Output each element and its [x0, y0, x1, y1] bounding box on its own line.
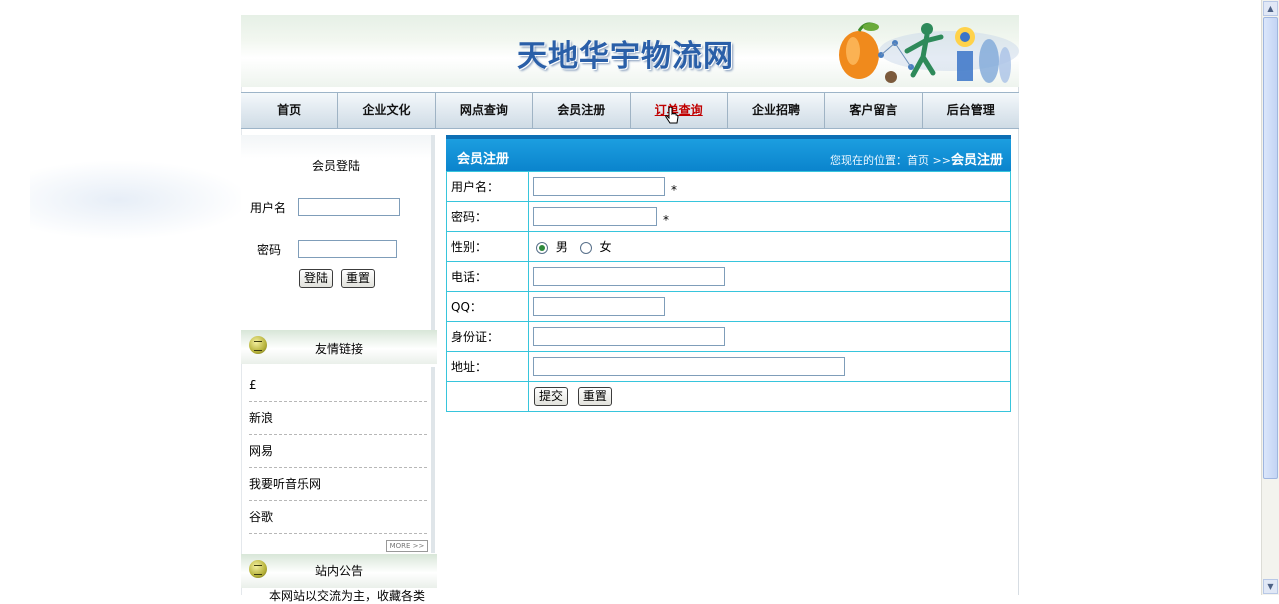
form-row-idcard: 身份证：: [446, 321, 1011, 352]
address-field-label: 地址：: [446, 351, 529, 382]
form-row-actions: 提交 重置: [446, 381, 1011, 412]
friend-link[interactable]: 我要听音乐网: [249, 468, 427, 501]
login-username-input[interactable]: [298, 198, 400, 216]
gender-male-label: 男: [555, 240, 568, 254]
required-mark: *: [671, 182, 677, 197]
breadcrumb-prefix[interactable]: 您现在的位置：首页 >>: [830, 154, 951, 167]
password-label: 密码: [257, 243, 282, 257]
nav-item-order-query[interactable]: 订单查询: [631, 93, 728, 128]
banner-illustration: [839, 22, 1019, 83]
nav-item-messages[interactable]: 客户留言: [825, 93, 923, 128]
phone-input[interactable]: [533, 267, 725, 286]
form-row-phone: 电话：: [446, 261, 1011, 292]
login-button[interactable]: 登陆: [299, 269, 334, 288]
nav-item-branch-query[interactable]: 网点查询: [436, 93, 534, 128]
form-row-qq: QQ：: [446, 291, 1011, 322]
friend-link[interactable]: £: [249, 369, 427, 402]
form-row-gender: 性别： 男 女: [446, 231, 1011, 262]
gender-female-label: 女: [599, 240, 612, 254]
notice-title: 站内公告: [314, 564, 363, 578]
idcard-field-label: 身份证：: [446, 321, 529, 352]
login-password-input[interactable]: [298, 240, 397, 258]
site-title: 天地华宇物流网: [517, 39, 734, 74]
password-field-label: 密码：: [446, 201, 529, 232]
register-reset-button[interactable]: 重置: [577, 387, 612, 406]
nav-item-home[interactable]: 首页: [241, 93, 339, 128]
site-banner: 天地华宇物流网: [241, 15, 1019, 87]
hand-cursor-icon: [665, 107, 679, 124]
qq-input[interactable]: [533, 297, 665, 316]
friend-links-header: 友情链接: [241, 330, 437, 364]
form-row-username: 用户名： *: [446, 171, 1011, 202]
background-texture: [30, 160, 250, 240]
gender-female-radio[interactable]: [579, 241, 592, 254]
register-form: 用户名： * 密码： * 性别： 男 女 电话： QQ： 身份证： 地址： 提交…: [446, 171, 1011, 412]
address-input[interactable]: [533, 357, 845, 376]
form-row-password: 密码： *: [446, 201, 1011, 232]
nav-item-culture[interactable]: 企业文化: [338, 93, 436, 128]
submit-button[interactable]: 提交: [534, 387, 569, 406]
empty-cell: [446, 381, 529, 412]
username-label: 用户名: [250, 201, 287, 215]
idcard-input[interactable]: [533, 327, 725, 346]
login-box: 会员登陆 用户名 密码 登陆 重置: [241, 135, 435, 330]
username-field-label: 用户名：: [446, 171, 529, 202]
scroll-thumb[interactable]: [1263, 17, 1278, 479]
friend-link[interactable]: 谷歌: [249, 501, 427, 534]
qq-field-label: QQ：: [446, 291, 529, 322]
scroll-down-icon[interactable]: ▼: [1263, 579, 1278, 594]
friend-links-title: 友情链接: [314, 342, 363, 356]
register-title: 会员注册: [457, 152, 510, 167]
scroll-up-icon[interactable]: ▲: [1263, 1, 1278, 16]
password-input[interactable]: [533, 206, 657, 226]
gender-male-radio[interactable]: [536, 241, 548, 254]
breadcrumb-current: 会员注册: [950, 153, 1003, 168]
required-mark: *: [663, 212, 669, 227]
gender-field-label: 性别：: [446, 231, 529, 262]
nav-item-recruitment[interactable]: 企业招聘: [728, 93, 826, 128]
nav-item-register[interactable]: 会员注册: [533, 93, 631, 128]
friend-links-list: £ 新浪 网易 我要听音乐网 谷歌 MORE >>: [241, 367, 435, 553]
friend-link[interactable]: 新浪: [249, 402, 427, 435]
username-input[interactable]: [533, 176, 665, 196]
nav-item-admin[interactable]: 后台管理: [923, 93, 1019, 128]
register-panel-header: 会员注册 您现在的位置：首页 >>会员注册: [446, 135, 1011, 172]
friend-link[interactable]: 网易: [249, 435, 427, 468]
login-title: 会员登陆: [311, 159, 360, 173]
main-nav: 首页 企业文化 网点查询 会员注册 订单查询 企业招聘 客户留言 后台管理: [241, 92, 1019, 129]
notice-text: 本网站以交流为主，收藏各类: [269, 589, 426, 603]
more-links-button[interactable]: MORE >>: [386, 540, 428, 552]
notice-header: 站内公告: [241, 554, 437, 588]
login-reset-button[interactable]: 重置: [341, 269, 376, 288]
vertical-scrollbar[interactable]: ▲ ▼: [1261, 0, 1279, 595]
phone-field-label: 电话：: [446, 261, 529, 292]
breadcrumb: 您现在的位置：首页 >>会员注册: [830, 149, 1003, 168]
form-row-address: 地址：: [446, 351, 1011, 382]
register-panel: 会员注册 您现在的位置：首页 >>会员注册 用户名： * 密码： * 性别： 男…: [446, 135, 1011, 412]
sidebar: 会员登陆 用户名 密码 登陆 重置 友情链接 £ 新浪 网易 我要听音乐网 谷歌…: [241, 135, 437, 603]
